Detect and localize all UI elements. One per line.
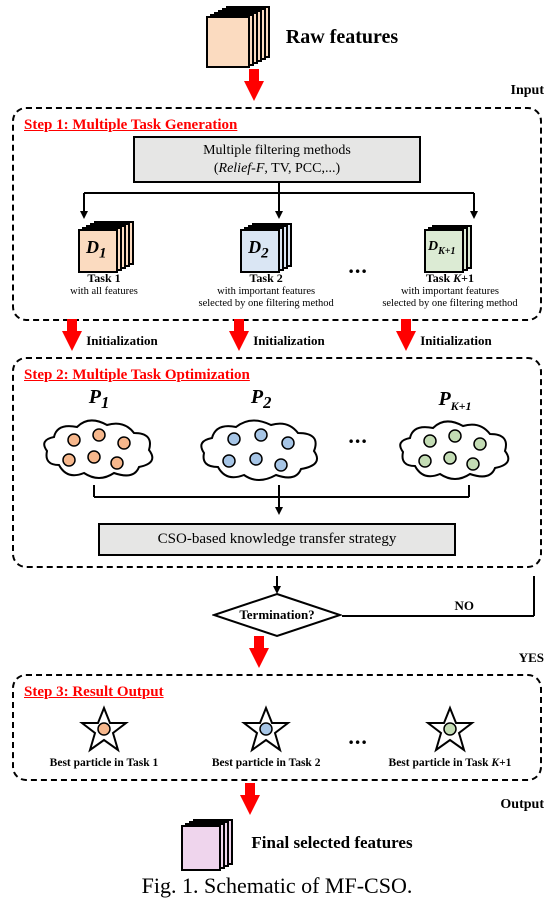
step1-box: Step 1: Multiple Task Generation Multipl… — [12, 107, 542, 321]
filter-methods-box: Multiple filtering methods (Relief-F, TV… — [133, 136, 421, 183]
pop-1: P1 — [24, 386, 174, 485]
star-dots: ... — [348, 724, 368, 750]
final-features-label: Final selected features — [251, 833, 412, 853]
arrow-down-icon — [62, 331, 82, 351]
task-2-stack: D2 — [240, 223, 292, 269]
filter-line-1: Multiple filtering methods — [147, 142, 407, 160]
step3-box: Step 3: Result Output Best particle in T… — [12, 674, 542, 781]
knowledge-transfer-box: CSO-based knowledge transfer strategy — [98, 523, 456, 556]
star-icon — [425, 705, 475, 755]
task-k1: DK+1 Task K+1 with important features se… — [370, 223, 530, 309]
figure-caption: Fig. 1. Schematic of MF-CSO. — [10, 873, 544, 899]
populations-row: P1 P2 ... — [24, 386, 530, 485]
star-2: Best particle in Task 2 — [186, 705, 346, 769]
task-2-title: Task 2 — [250, 271, 283, 286]
arrow-down-icon — [229, 331, 249, 351]
arrow-down-icon — [249, 648, 269, 668]
raw-features-row: Raw features — [60, 10, 544, 65]
pop-2: P2 — [186, 386, 336, 485]
raw-features-stack — [206, 10, 266, 65]
yes-label: YES — [519, 650, 544, 666]
step2-box: Step 2: Multiple Task Optimization P1 P2 — [12, 357, 542, 568]
arrow-down-icon — [240, 795, 260, 815]
decision-text: Termination? — [239, 607, 314, 623]
arrow-down-icon — [244, 81, 264, 101]
arrow-down-icon — [396, 331, 416, 351]
task-1-desc: with all features — [70, 286, 138, 298]
tree-connector — [24, 183, 534, 219]
task-1-stack: D1 — [78, 223, 130, 269]
final-features-stack — [181, 819, 233, 867]
tasks-row: D1 Task 1 with all features D2 Task 2 wi… — [24, 223, 530, 309]
star-k1: Best particle in Task K+1 — [370, 705, 530, 769]
task-dots: ... — [348, 253, 368, 279]
no-label: NO — [455, 598, 475, 614]
termination-decision: Termination? — [212, 592, 342, 638]
initialization-row: Initialization Initialization Initializa… — [10, 331, 544, 351]
init-col-1: Initialization — [30, 331, 190, 351]
init-label-2: Initialization — [253, 333, 325, 349]
star-1-label: Best particle in Task 1 — [50, 757, 159, 769]
pop-dots: ... — [348, 423, 368, 449]
star-icon — [241, 705, 291, 755]
init-label-3: Initialization — [420, 333, 492, 349]
raw-features-label: Raw features — [286, 26, 398, 49]
star-row: Best particle in Task 1 Best particle in… — [24, 705, 530, 769]
pop-k1: PK+1 — [380, 388, 530, 484]
yes-arrow-row: YES — [10, 648, 544, 668]
init-col-3: Initialization — [364, 331, 524, 351]
step1-title: Step 1: Multiple Task Generation — [24, 117, 530, 134]
task-1-title: Task 1 — [87, 271, 120, 286]
final-features-row: Final selected features — [50, 819, 544, 867]
task-k1-title: Task K+1 — [426, 271, 474, 286]
filter-line-2: (Relief-F, TV, PCC,...) — [147, 160, 407, 178]
task-2: D2 Task 2 with important features select… — [186, 223, 346, 309]
init-col-2: Initialization — [197, 331, 357, 351]
star-k1-label: Best particle in Task K+1 — [389, 757, 512, 769]
cloud-icon — [39, 415, 159, 485]
star-1: Best particle in Task 1 — [24, 705, 184, 769]
task-1: D1 Task 1 with all features — [24, 223, 184, 309]
step3-title: Step 3: Result Output — [24, 684, 530, 701]
cloud-icon — [395, 416, 515, 484]
task-2-desc: with important features selected by one … — [199, 286, 334, 309]
task-k1-stack: DK+1 — [424, 223, 476, 269]
input-label: Input — [511, 83, 544, 99]
output-label: Output — [500, 797, 544, 813]
step2-title: Step 2: Multiple Task Optimization — [24, 367, 530, 384]
star-2-label: Best particle in Task 2 — [212, 757, 321, 769]
step2-connector — [24, 485, 534, 515]
output-arrow-row: Output — [10, 795, 544, 815]
init-label-1: Initialization — [86, 333, 158, 349]
decision-area: Termination? NO — [10, 576, 544, 646]
task-k1-desc: with important features selected by one … — [382, 286, 517, 309]
input-arrow-row: Input — [10, 81, 544, 101]
star-icon — [79, 705, 129, 755]
cloud-icon — [196, 415, 326, 485]
